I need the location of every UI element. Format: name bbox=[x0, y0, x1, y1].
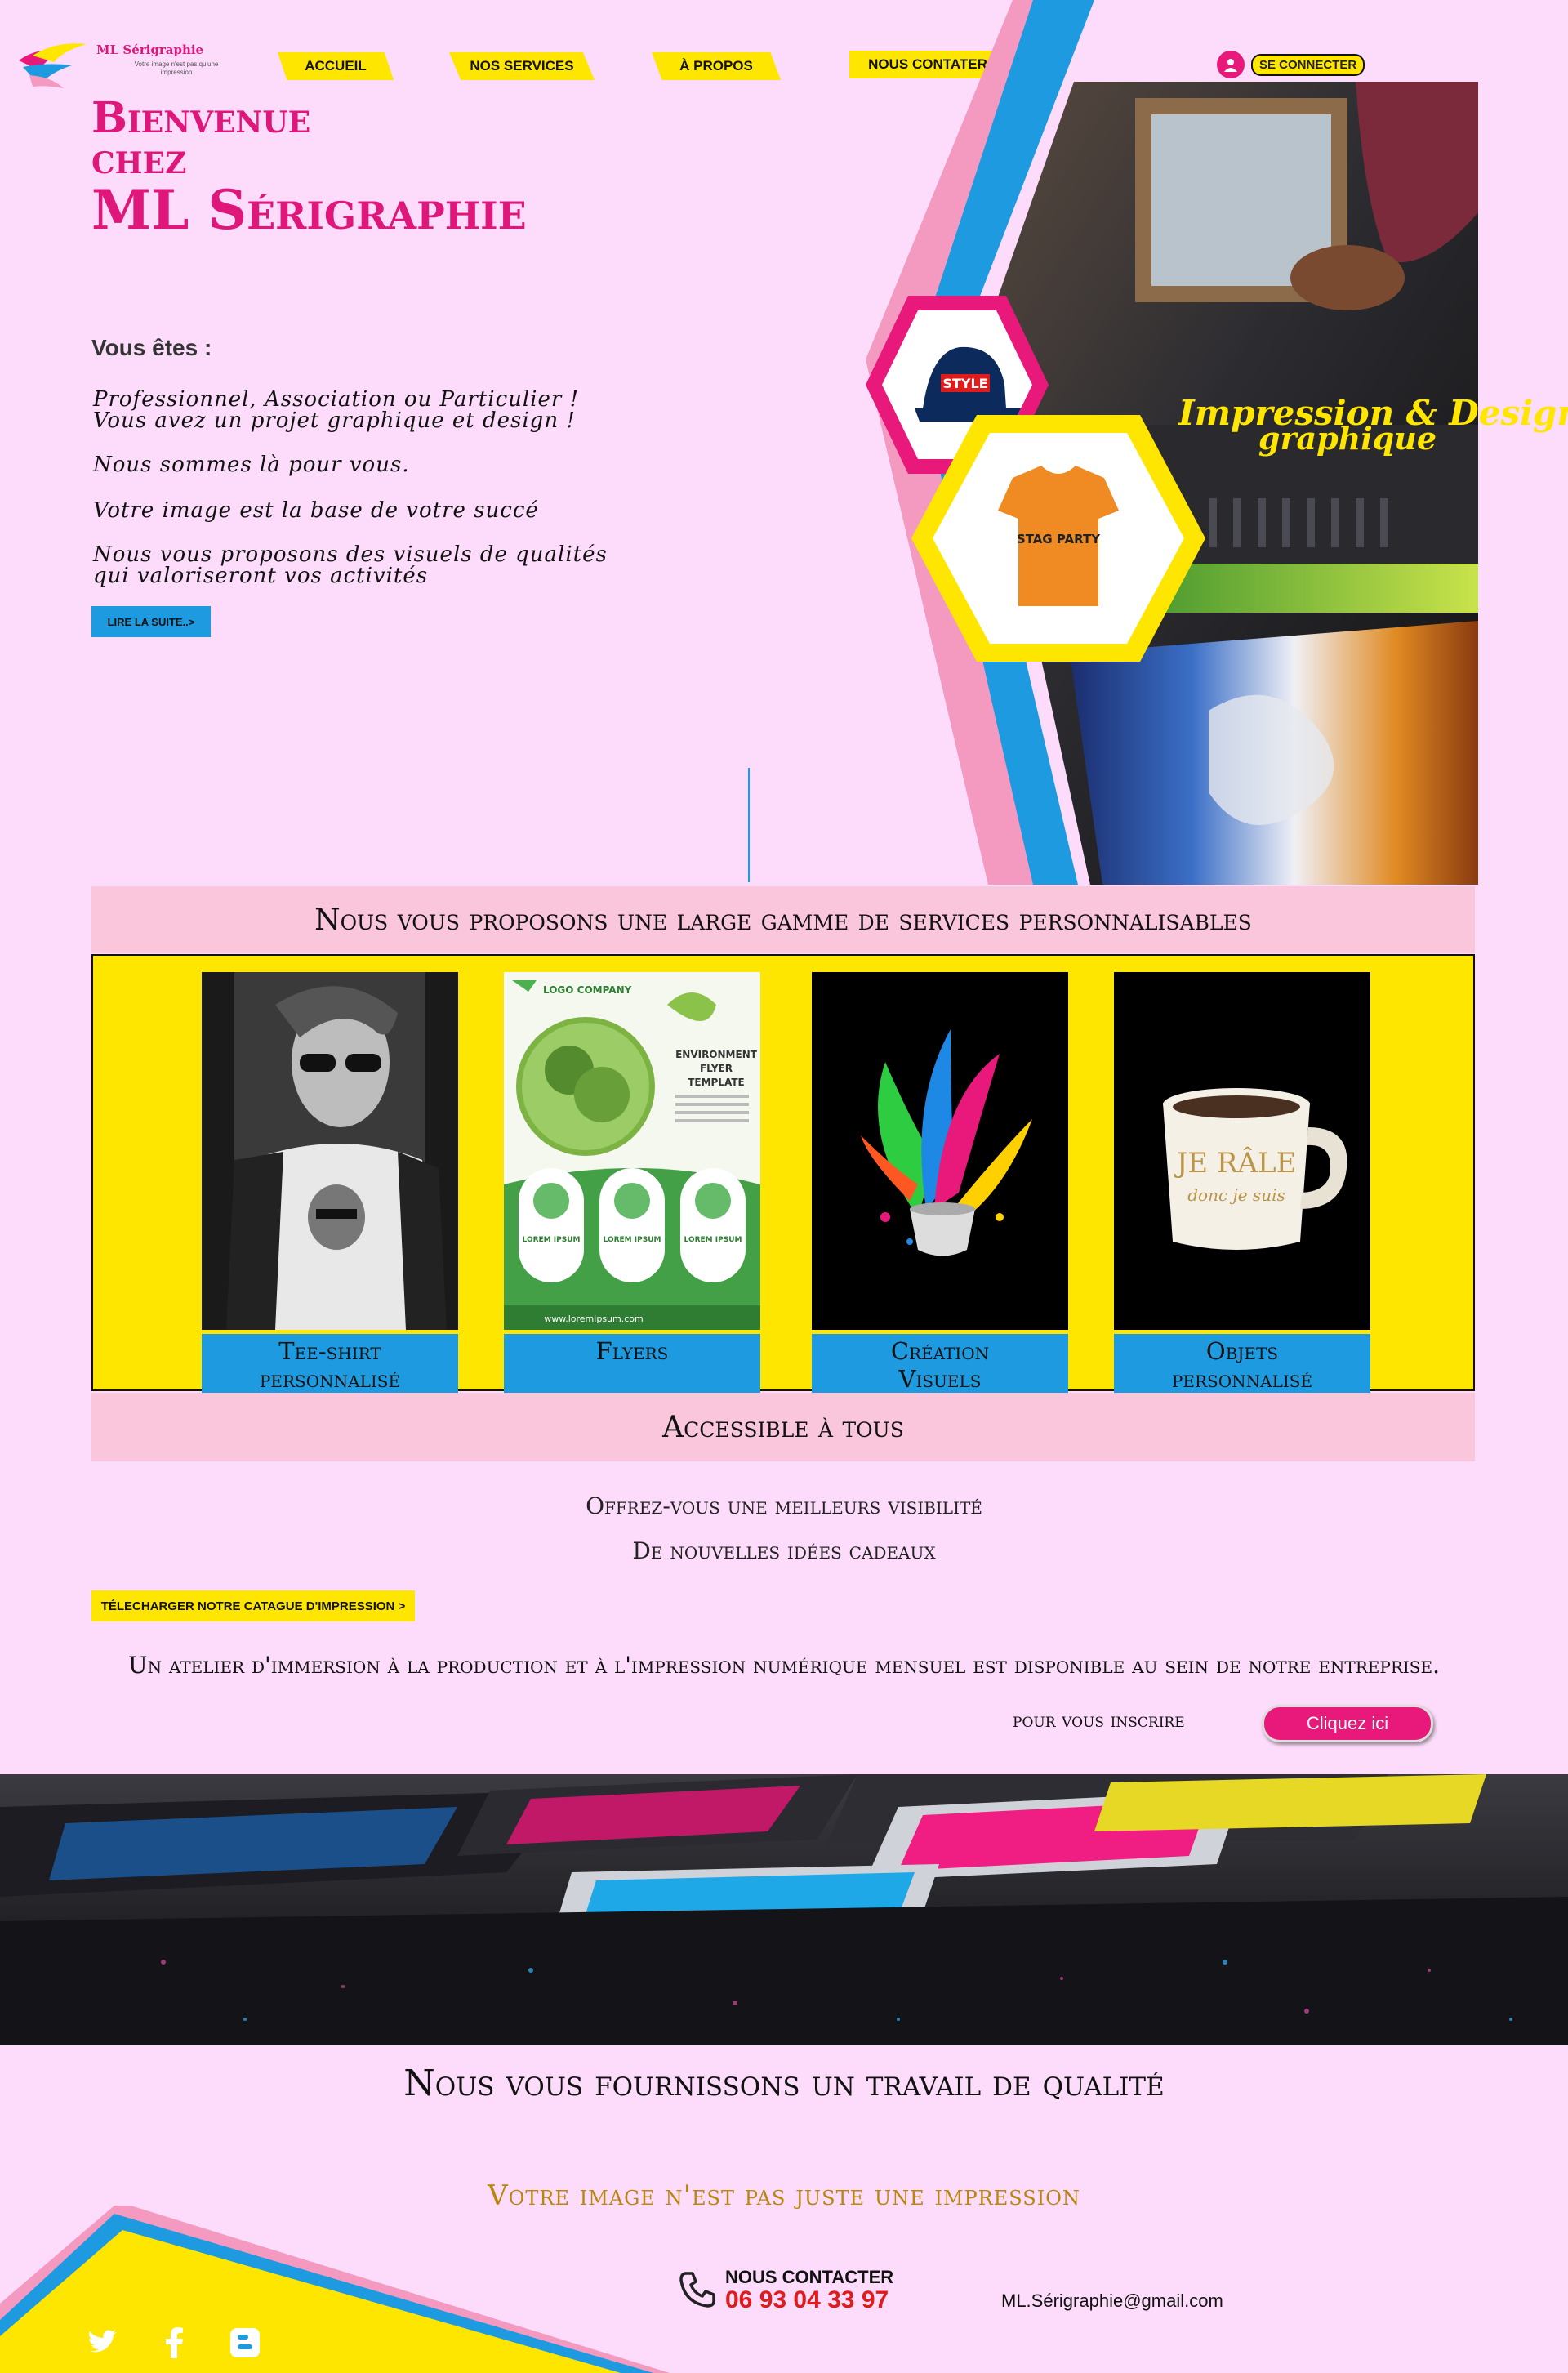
hero-line: Nous vous proposons des visuels de quali… bbox=[93, 542, 608, 567]
service-card-tee-shirt[interactable]: Tee-shirt personnalisé bbox=[202, 972, 458, 1397]
hero-title-line-3: ML Sérigraphie bbox=[91, 178, 527, 242]
atelier-text: Un atelier d'immersion à la production e… bbox=[127, 1652, 1440, 1679]
service-label-line: personnalisé bbox=[259, 1365, 401, 1393]
logo-subtitle: Votre image n'est pas qu'une impression bbox=[134, 60, 219, 76]
logo-bird-icon bbox=[19, 43, 87, 88]
nav-accueil[interactable]: ACCUEIL bbox=[278, 52, 394, 80]
flyer-heading-1: ENVIRONMENT bbox=[675, 1049, 758, 1060]
signup-label: pour vous inscrire bbox=[1013, 1709, 1185, 1732]
mug-text-2: donc je suis bbox=[1187, 1185, 1285, 1205]
quality-heading: Nous vous fournissons un travail de qual… bbox=[403, 2063, 1165, 2104]
service-label-line: personnalisé bbox=[1171, 1365, 1313, 1393]
hero-image-caption-2: graphique bbox=[1258, 420, 1437, 457]
hero-title: Bienvenue chez ML Sérigraphie bbox=[91, 93, 527, 242]
service-label-line: Objets bbox=[1205, 1337, 1279, 1365]
phone-icon bbox=[679, 2272, 715, 2308]
logo[interactable]: ML Sérigraphie Votre image n'est pas qu'… bbox=[15, 38, 219, 95]
service-card-flyers[interactable]: LOGO COMPANY ENVIRONMENT FLYER TEMPLATE … bbox=[504, 972, 760, 1397]
flyer-photo: LOGO COMPANY ENVIRONMENT FLYER TEMPLATE … bbox=[504, 972, 760, 1330]
flyer-company: LOGO COMPANY bbox=[543, 984, 632, 996]
service-label-line: Visuels bbox=[898, 1365, 982, 1393]
paint-splash-photo bbox=[812, 972, 1068, 1330]
read-more-button[interactable]: LIRE LA SUITE..> bbox=[91, 606, 211, 637]
hero-line: Vous avez un projet graphique et design … bbox=[93, 408, 576, 433]
service-label-line: Tee-shirt bbox=[278, 1337, 381, 1365]
offer-line-2: De nouvelles idées cadeaux bbox=[632, 1537, 936, 1564]
shirt-text: STAG PARTY bbox=[1017, 532, 1101, 546]
services-grid: Tee-shirt personnalisé LOGO COMPANY ENVI… bbox=[91, 954, 1475, 1397]
flyer-box-label: LOREM IPSUM bbox=[523, 1236, 581, 1244]
divider-line bbox=[748, 768, 750, 882]
logo-title: ML Sérigraphie bbox=[96, 42, 204, 57]
mug-text-1: JE RÂLE bbox=[1174, 1146, 1297, 1180]
you-are-heading: Vous êtes : bbox=[91, 335, 212, 360]
download-catalog-button[interactable]: TÉLECHARGER NOTRE CATAGUE D'IMPRESSION > bbox=[91, 1590, 415, 1621]
service-label: Création Visuels bbox=[812, 1334, 1068, 1397]
hero-title-line-1: Bienvenue bbox=[91, 93, 311, 143]
ink-tray-photo bbox=[0, 1774, 1568, 2045]
blogger-icon[interactable] bbox=[229, 2326, 261, 2359]
flyer-box-label: LOREM IPSUM bbox=[604, 1236, 662, 1244]
twitter-icon[interactable] bbox=[87, 2326, 119, 2359]
contact-title: NOUS CONTACTER bbox=[725, 2267, 894, 2287]
cap-text: STYLE bbox=[942, 376, 987, 391]
service-label: Objets personnalisé bbox=[1114, 1334, 1370, 1397]
service-label-line: Flyers bbox=[595, 1337, 669, 1365]
tee-shirt-photo bbox=[202, 972, 458, 1330]
service-label: Tee-shirt personnalisé bbox=[202, 1334, 458, 1397]
hero-line: qui valoriseront vos activités bbox=[93, 564, 429, 588]
hero-printing-image: Impression & Design graphique STYLE STAG… bbox=[866, 0, 1568, 885]
nav-a-propos[interactable]: À PROPOS bbox=[652, 52, 781, 80]
service-label-line: Création bbox=[890, 1337, 990, 1365]
contact-phone[interactable]: 06 93 04 33 97 bbox=[725, 2288, 893, 2313]
service-label: Flyers bbox=[504, 1334, 760, 1397]
facebook-icon[interactable] bbox=[158, 2326, 190, 2359]
flyer-url: www.loremipsum.com bbox=[544, 1314, 643, 1324]
signup-button[interactable]: Cliquez ici bbox=[1262, 1705, 1433, 1742]
accessible-banner: Accessible à tous bbox=[91, 1393, 1475, 1461]
hero-title-line-2: chez bbox=[91, 134, 187, 184]
flyer-box-label: LOREM IPSUM bbox=[684, 1236, 742, 1244]
flyer-heading-2: FLYER bbox=[700, 1063, 733, 1074]
service-card-objets[interactable]: JE RÂLE donc je suis Objets personnalisé bbox=[1114, 972, 1370, 1397]
nav-services[interactable]: NOS SERVICES bbox=[449, 52, 595, 80]
hero-line: Votre image est la base de votre succé bbox=[93, 498, 539, 523]
services-banner: Nous vous proposons une large gamme de s… bbox=[91, 886, 1475, 953]
flyer-heading-3: TEMPLATE bbox=[688, 1077, 745, 1088]
service-card-creation-visuels[interactable]: Création Visuels bbox=[812, 972, 1068, 1397]
contact-email[interactable]: ML.Sérigraphie@gmail.com bbox=[1001, 2290, 1223, 2312]
offer-line-1: Offrez-vous une meilleurs visibilité bbox=[586, 1492, 982, 1519]
mug-photo: JE RÂLE donc je suis bbox=[1114, 972, 1370, 1330]
hero-line: Professionnel, Association ou Particulie… bbox=[93, 387, 580, 412]
hero-line: Nous sommes là pour vous. bbox=[93, 453, 410, 477]
contact-block: NOUS CONTACTER 06 93 04 33 97 bbox=[678, 2267, 893, 2313]
